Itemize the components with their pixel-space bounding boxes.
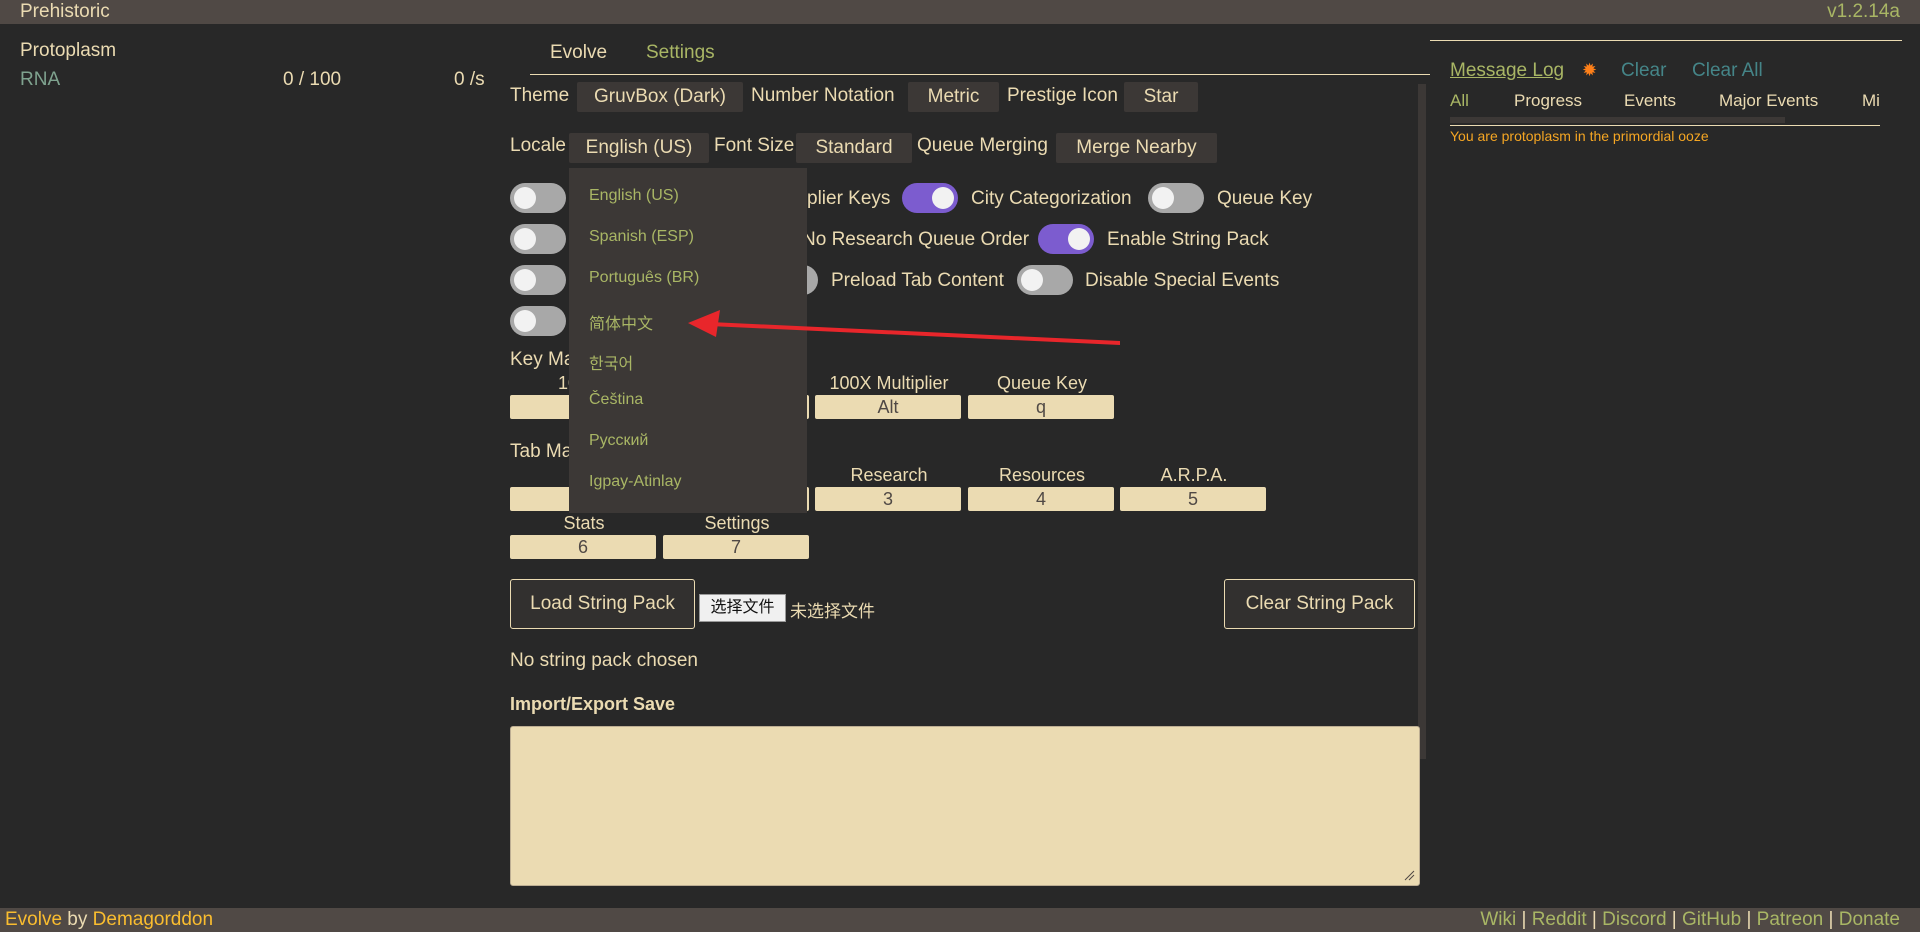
resource-amount: 0 / 100 (283, 69, 342, 90)
resource-rate: 0 /s (454, 69, 485, 90)
message-filter-minor[interactable]: Mi (1862, 91, 1880, 111)
fontsize-label: Font Size (714, 135, 795, 156)
tabmap-header-research: Research (850, 465, 928, 485)
tabmap-header-stats: Stats (563, 513, 605, 533)
keymap-label: Key Ma (510, 349, 575, 370)
no-research-queue-order-label: No Research Queue Order (802, 229, 1030, 250)
locale-option[interactable]: Čeština (589, 391, 643, 409)
queue-merging-label: Queue Merging (917, 135, 1048, 156)
enable-string-pack-label: Enable String Pack (1107, 229, 1269, 250)
prestige-select[interactable]: Star (1124, 82, 1198, 112)
multiplier-keys-label: plier Keys (807, 188, 891, 209)
tabmap-header-resources: Resources (998, 465, 1086, 485)
locale-option[interactable]: 简体中文 (589, 310, 653, 334)
clear-button[interactable]: Clear (1621, 60, 1666, 82)
notation-select[interactable]: Metric (908, 82, 999, 112)
disable-special-events-label: Disable Special Events (1085, 270, 1280, 291)
preload-tab-content-label: Preload Tab Content (831, 270, 1004, 291)
tab-settings[interactable]: Settings (646, 42, 715, 64)
tab-evolve[interactable]: Evolve (550, 42, 607, 64)
main-tabs: Evolve Settings (530, 40, 1430, 75)
message-filter-events[interactable]: Events (1624, 91, 1676, 111)
toggle-4[interactable] (510, 306, 566, 336)
message-filter-progress[interactable]: Progress (1514, 91, 1582, 111)
queue-key-label: Queue Key (1217, 188, 1313, 209)
resize-grip-icon[interactable] (1403, 869, 1415, 881)
notation-label: Number Notation (751, 85, 895, 106)
footer-game-link[interactable]: Evolve (5, 909, 62, 930)
resource-group-title: Protoplasm (20, 40, 117, 61)
toggle-disable-special-events[interactable] (1017, 265, 1073, 295)
message-log-divider (1430, 40, 1902, 41)
annotation-arrow-icon (688, 310, 1120, 345)
theme-select[interactable]: GruvBox (Dark) (577, 82, 743, 112)
top-bar: Prehistoric v1.2.14a (0, 0, 1920, 24)
footer-author-link[interactable]: Demagorddon (93, 909, 213, 930)
tabmap-header-settings: Settings (704, 513, 770, 533)
city-categorization-label: City Categorization (971, 188, 1132, 209)
load-string-pack-button[interactable]: Load String Pack (510, 579, 695, 629)
tabmap-label: Tab Ma (510, 441, 573, 462)
toggle-city-categorization[interactable] (1148, 183, 1204, 213)
footer-link-donate[interactable]: Donate (1839, 909, 1900, 930)
message-filter-divider (1450, 125, 1880, 126)
string-pack-status: No string pack chosen (510, 650, 698, 671)
tabmap-input-resources[interactable]: 4 (968, 487, 1114, 511)
message-log-title[interactable]: Message Log (1450, 60, 1564, 82)
no-file-chosen-text: 未选择文件 (790, 602, 875, 621)
version-label[interactable]: v1.2.14a (1827, 0, 1900, 24)
keymap-input-queue[interactable]: q (968, 395, 1114, 419)
import-export-heading: Import/Export Save (510, 694, 676, 714)
resource-name: RNA (20, 69, 61, 90)
locale-option[interactable]: Igpay-Atinlay (589, 473, 682, 491)
footer-bar: Evolve by Demagorddon Wiki | Reddit | Di… (0, 908, 1920, 932)
message-filter-major-events[interactable]: Major Events (1719, 91, 1818, 111)
footer-link-patreon[interactable]: Patreon (1757, 909, 1824, 930)
keymap-header-100x: 100X Multiplier (829, 373, 949, 393)
clear-string-pack-button[interactable]: Clear String Pack (1224, 579, 1415, 629)
locale-option[interactable]: English (US) (589, 187, 679, 205)
footer-link-wiki[interactable]: Wiki (1480, 909, 1516, 930)
toggle-no-research-queue-order[interactable] (1038, 224, 1094, 254)
tabmap-input-research[interactable]: 3 (815, 487, 961, 511)
choose-file-button[interactable]: 选择文件 (699, 594, 786, 622)
footer-links: Wiki | Reddit | Discord | GitHub | Patre… (1480, 909, 1900, 930)
toggle-3[interactable] (510, 265, 566, 295)
message-entry: You are protoplasm in the primordial ooz… (1450, 128, 1709, 144)
age-label: Prehistoric (20, 1, 110, 22)
tabmap-input-settings[interactable]: 7 (663, 535, 809, 559)
tabmap-header-arpa: A.R.P.A. (1160, 465, 1228, 485)
toggle-1[interactable] (510, 183, 566, 213)
settings-scrollbar[interactable] (1418, 84, 1426, 759)
clear-all-button[interactable]: Clear All (1692, 60, 1763, 82)
footer-link-reddit[interactable]: Reddit (1532, 909, 1587, 930)
import-export-textarea[interactable] (510, 726, 1420, 886)
theme-label: Theme (510, 85, 570, 106)
prestige-label: Prestige Icon (1007, 85, 1118, 106)
toggle-2[interactable] (510, 224, 566, 254)
gear-icon[interactable]: ✹ (1582, 60, 1597, 81)
keymap-input-100x[interactable]: Alt (815, 395, 961, 419)
queue-merging-select[interactable]: Merge Nearby (1056, 133, 1217, 163)
fontsize-select[interactable]: Standard (796, 133, 912, 163)
tabmap-input-arpa[interactable]: 5 (1120, 487, 1266, 511)
message-filter-all[interactable]: All (1450, 91, 1469, 111)
locale-select[interactable]: English (US) (569, 133, 709, 163)
locale-label: Locale (510, 135, 566, 156)
locale-option[interactable]: 한국어 (589, 350, 633, 374)
footer-link-discord[interactable]: Discord (1602, 909, 1666, 930)
toggle-multiplier-keys[interactable] (902, 183, 958, 213)
keymap-header-queue: Queue Key (996, 373, 1088, 393)
footer-link-github[interactable]: GitHub (1682, 909, 1741, 930)
locale-option[interactable]: Spanish (ESP) (589, 228, 694, 246)
locale-option[interactable]: Русский (589, 432, 648, 450)
message-filter-scrollbar[interactable] (1450, 117, 1785, 123)
footer-credit: Evolve by Demagorddon (5, 908, 213, 932)
locale-option[interactable]: Português (BR) (589, 269, 699, 287)
resource-row-rna: RNA 0 / 100 0 /s (20, 69, 485, 93)
footer-by: by (62, 909, 93, 930)
tabmap-input-stats[interactable]: 6 (510, 535, 656, 559)
